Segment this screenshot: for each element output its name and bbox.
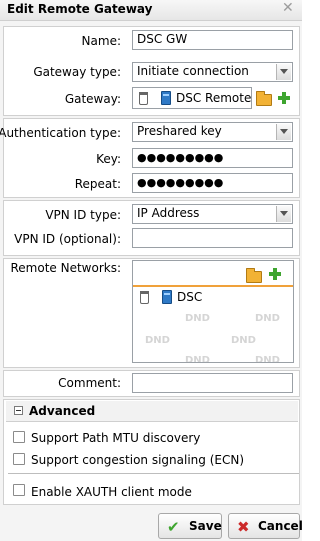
chevron-down-icon[interactable] (276, 64, 291, 80)
auth-type-value: Preshared key (137, 124, 222, 138)
gateway-type-select[interactable]: Initiate connection (132, 62, 293, 82)
path-mtu-label[interactable]: Support Path MTU discovery (31, 431, 200, 445)
save-label: Save (189, 519, 222, 533)
cancel-button[interactable]: ✖ Cancel (228, 513, 303, 539)
gateway-type-value: Initiate connection (137, 64, 249, 78)
xauth-label[interactable]: Enable XAUTH client mode (31, 485, 192, 499)
name-label: Name: (81, 34, 121, 48)
vpn-id-type-label: VPN ID type: (45, 208, 121, 222)
title-bar: Edit Remote Gateway ✕ (0, 0, 302, 21)
watermark: DND (185, 313, 210, 324)
watermark: DND (145, 335, 170, 346)
vpn-id-label: VPN ID (optional): (14, 232, 121, 246)
collapse-icon[interactable] (14, 406, 23, 415)
gateway-type-label: Gateway type: (33, 65, 121, 79)
checkmark-icon: ✔ (167, 518, 180, 536)
network-icon (162, 290, 172, 304)
network-icon (161, 91, 171, 105)
auth-type-label: Authentication type: (0, 126, 121, 140)
key-input[interactable]: ●●●●●●●●● (132, 148, 293, 168)
trash-icon[interactable] (140, 291, 149, 304)
chevron-down-icon[interactable] (276, 124, 291, 140)
name-input[interactable]: DSC GW (132, 30, 293, 50)
edit-remote-gateway-dialog: Edit Remote Gateway ✕ Name: DSC GW Gatew… (0, 0, 303, 541)
comment-label: Comment: (58, 376, 121, 390)
network-item-label: DSC (177, 290, 203, 304)
watermark: DND (255, 313, 280, 324)
key-label: Key: (96, 152, 121, 166)
comment-input[interactable] (132, 373, 293, 393)
cancel-label: Cancel (258, 519, 303, 533)
close-icon[interactable]: ✕ (282, 0, 294, 16)
dialog-title: Edit Remote Gateway (7, 2, 153, 16)
cancel-icon: ✖ (237, 518, 250, 536)
folder-icon[interactable] (256, 91, 272, 106)
list-item[interactable]: DSC (133, 288, 293, 306)
save-button[interactable]: ✔ Save (158, 513, 222, 539)
gateway-value: DSC Remote (176, 91, 252, 105)
vpn-id-input[interactable] (132, 228, 293, 248)
watermark: DND (185, 355, 210, 363)
ecn-checkbox[interactable] (13, 453, 25, 465)
plus-icon[interactable] (269, 268, 281, 280)
folder-icon[interactable] (246, 268, 262, 283)
gateway-label: Gateway: (64, 92, 121, 106)
watermark: DND (255, 355, 280, 363)
remote-networks-label: Remote Networks: (10, 261, 121, 275)
remote-networks-list[interactable]: DND DND DND DND DND DND DSC (132, 260, 294, 363)
remote-networks-toolbar (133, 261, 293, 287)
xauth-checkbox[interactable] (13, 484, 25, 496)
repeat-input[interactable]: ●●●●●●●●● (132, 173, 293, 193)
vpn-id-type-select[interactable]: IP Address (132, 204, 293, 224)
vpn-id-type-value: IP Address (137, 206, 200, 220)
plus-icon[interactable] (278, 92, 290, 104)
chevron-down-icon[interactable] (276, 206, 291, 222)
gateway-field[interactable]: DSC Remote (132, 87, 252, 109)
trash-icon[interactable] (139, 92, 148, 105)
ecn-label[interactable]: Support congestion signaling (ECN) (31, 453, 244, 467)
watermark: DND (231, 335, 256, 346)
advanced-section-header[interactable]: Advanced (6, 401, 298, 422)
divider (8, 473, 299, 474)
advanced-title: Advanced (29, 404, 96, 418)
auth-type-select[interactable]: Preshared key (132, 122, 293, 142)
path-mtu-checkbox[interactable] (13, 431, 25, 443)
repeat-label: Repeat: (74, 177, 121, 191)
